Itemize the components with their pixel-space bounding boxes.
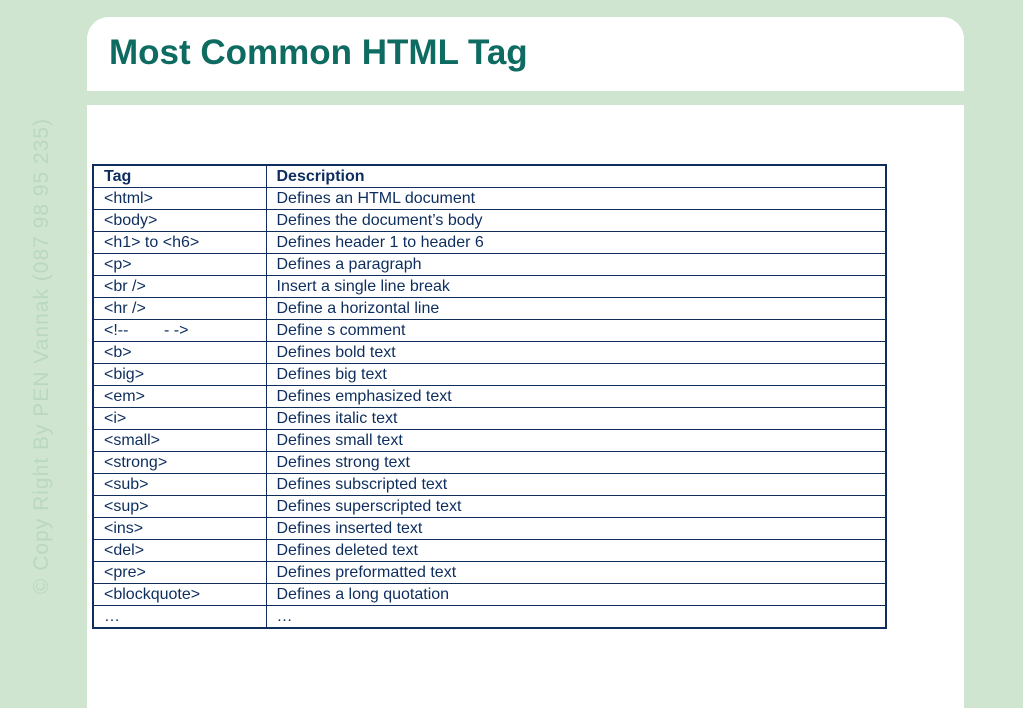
tag-cell: <sup> [92, 495, 267, 518]
tag-cell: <br /> [92, 275, 267, 298]
tag-cell: <del> [92, 539, 267, 562]
tag-cell: <!-- - -> [92, 319, 267, 342]
table-row: <pre> Defines preformatted text [92, 561, 887, 584]
tag-cell: <h1> to <h6> [92, 231, 267, 254]
table-row: <big> Defines big text [92, 363, 887, 386]
tag-cell: <strong> [92, 451, 267, 474]
description-cell: Defines big text [265, 363, 887, 386]
tag-cell: <em> [92, 385, 267, 408]
description-cell: Define s comment [265, 319, 887, 342]
description-cell: Defines superscripted text [265, 495, 887, 518]
header-tag: Tag [92, 164, 267, 188]
table-row: <ins> Defines inserted text [92, 517, 887, 540]
table-row: <b> Defines bold text [92, 341, 887, 364]
table-row: …… [92, 605, 887, 629]
copyright-watermark: © Copy Right By PEN Vannak (087 98 95 23… [30, 117, 53, 595]
slide-title: Most Common HTML Tag [109, 33, 528, 72]
table-row: <em> Defines emphasized text [92, 385, 887, 408]
description-cell: Defines inserted text [265, 517, 887, 540]
table-row: <hr /> Define a horizontal line [92, 297, 887, 320]
description-cell: Defines an HTML document [265, 187, 887, 210]
tag-cell: <body> [92, 209, 267, 232]
description-cell: … [265, 605, 887, 629]
description-cell: Defines italic text [265, 407, 887, 430]
table-row: <body> Defines the document’s body [92, 209, 887, 232]
header-description: Description [265, 164, 887, 188]
table-body: <html> Defines an HTML document <body> Defi… [92, 187, 887, 629]
table-row: <strong> Defines strong text [92, 451, 887, 474]
description-cell: Defines emphasized text [265, 385, 887, 408]
description-cell: Defines preformatted text [265, 561, 887, 584]
table-row: <h1> to <h6> Defines header 1 to header 6 [92, 231, 887, 254]
tag-cell: <blockquote> [92, 583, 267, 606]
table-row: <html> Defines an HTML document [92, 187, 887, 210]
tag-cell: <big> [92, 363, 267, 386]
description-cell: Defines the document’s body [265, 209, 887, 232]
description-cell: Defines a long quotation [265, 583, 887, 606]
description-cell: Defines header 1 to header 6 [265, 231, 887, 254]
table-row: <br /> Insert a single line break [92, 275, 887, 298]
tag-cell: <p> [92, 253, 267, 276]
description-cell: Insert a single line break [265, 275, 887, 298]
table-row: <!-- - -> Define s comment [92, 319, 887, 342]
tag-cell: <small> [92, 429, 267, 452]
tag-cell: <hr /> [92, 297, 267, 320]
tag-cell: <i> [92, 407, 267, 430]
table-row: <sup> Defines superscripted text [92, 495, 887, 518]
table-row: <blockquote> Defines a long quotation [92, 583, 887, 606]
tag-cell: <pre> [92, 561, 267, 584]
description-cell: Defines a paragraph [265, 253, 887, 276]
table-row: <p> Defines a paragraph [92, 253, 887, 276]
description-cell: Defines small text [265, 429, 887, 452]
table-header-row: Tag Description [92, 164, 887, 188]
title-card: Most Common HTML Tag [87, 17, 964, 91]
html-tag-table: Tag Description <html> Defines an HTML do… [92, 164, 887, 629]
table-row: <sub> Defines subscripted text [92, 473, 887, 496]
tag-cell: <ins> [92, 517, 267, 540]
tag-cell: … [92, 605, 267, 629]
description-cell: Defines bold text [265, 341, 887, 364]
table-row: <small> Defines small text [92, 429, 887, 452]
tag-cell: <sub> [92, 473, 267, 496]
description-cell: Define a horizontal line [265, 297, 887, 320]
tag-cell: <html> [92, 187, 267, 210]
description-cell: Defines subscripted text [265, 473, 887, 496]
description-cell: Defines strong text [265, 451, 887, 474]
table-row: <del> Defines deleted text [92, 539, 887, 562]
table-row: <i> Defines italic text [92, 407, 887, 430]
tag-cell: <b> [92, 341, 267, 364]
description-cell: Defines deleted text [265, 539, 887, 562]
